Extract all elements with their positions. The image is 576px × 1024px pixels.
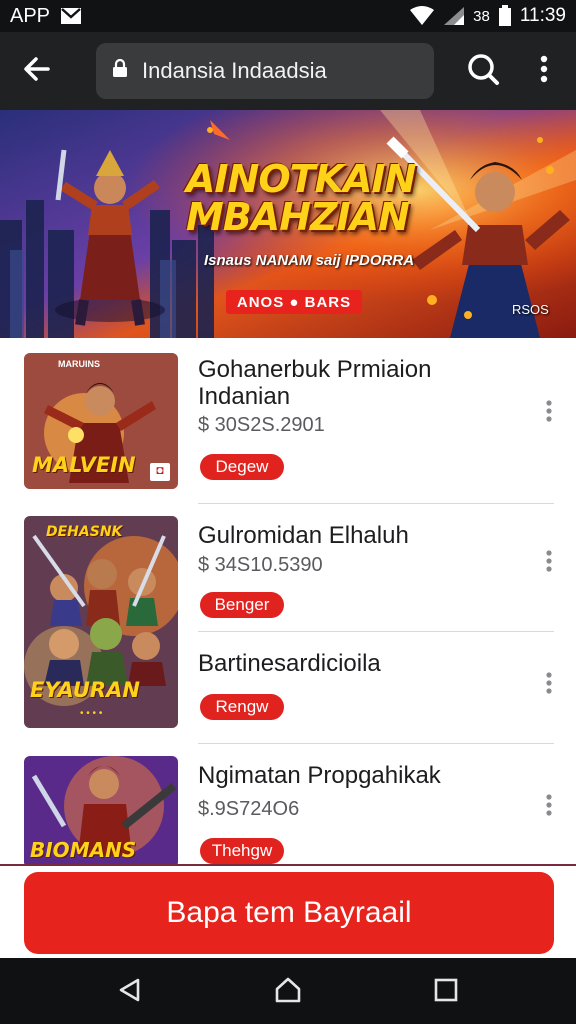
item-title[interactable]: Gulromidan Elhaluh bbox=[198, 522, 518, 549]
lock-icon bbox=[112, 58, 128, 84]
url-bar[interactable]: Indansia Indaadsia bbox=[96, 43, 434, 99]
back-button[interactable] bbox=[0, 32, 74, 110]
item-action-button[interactable]: Benger bbox=[200, 592, 284, 618]
item-price: $.9S724O6 bbox=[198, 798, 300, 820]
item-action-button[interactable]: Rengw bbox=[200, 694, 284, 720]
screen: APP 38 11:39 Indansia Indaadsia AINOTKAI… bbox=[0, 0, 576, 1024]
square-recents-icon bbox=[434, 978, 458, 1007]
more-vertical-icon bbox=[546, 793, 552, 821]
item-more-button[interactable] bbox=[538, 548, 560, 578]
banner-title-line2: MBAHZIAN bbox=[186, 195, 410, 239]
thumb-caption: MALVEIN bbox=[32, 453, 136, 477]
primary-cta-button[interactable]: Bapa tem Bayraail bbox=[24, 872, 554, 954]
banner-title: AINOTKAIN MBAHZIAN bbox=[186, 160, 426, 236]
more-vertical-icon bbox=[546, 671, 552, 699]
triangle-back-icon bbox=[117, 977, 143, 1008]
item-action-button[interactable]: Thehgw bbox=[200, 838, 284, 864]
item-price: $ 30S2S.2901 bbox=[198, 414, 325, 436]
system-nav-bar bbox=[0, 958, 576, 1024]
item-title[interactable]: Bartinesardicioila bbox=[198, 650, 518, 677]
overflow-menu-button[interactable] bbox=[524, 46, 564, 96]
list-item[interactable]: DEHASNK EYAURAN • • • • Gulromidan Elhal… bbox=[0, 504, 576, 728]
url-text: Indansia Indaadsia bbox=[142, 58, 327, 83]
item-title[interactable]: Gohanerbuk Prmiaion Indanian bbox=[198, 356, 518, 410]
nav-recents-button[interactable] bbox=[428, 974, 464, 1010]
item-thumbnail[interactable]: MARUINS MALVEIN ◘ bbox=[24, 353, 178, 489]
item-more-button[interactable] bbox=[538, 670, 560, 700]
search-icon bbox=[466, 52, 500, 91]
clock-time: 11:39 bbox=[519, 5, 566, 26]
bottom-cta-bar: Bapa tem Bayraail bbox=[0, 864, 576, 958]
banner-tag: RSOS bbox=[512, 302, 549, 317]
status-right: 38 11:39 bbox=[409, 5, 566, 27]
promo-banner[interactable]: AINOTKAIN MBAHZIAN Isnaus NANAM saij IPD… bbox=[0, 110, 576, 338]
item-price: $ 34S10.5390 bbox=[198, 554, 323, 576]
thumb-top-text: MARUINS bbox=[58, 359, 100, 369]
wifi-icon bbox=[409, 6, 435, 26]
list-item[interactable]: Bartinesardicioila Rengw bbox=[0, 632, 576, 744]
nav-home-button[interactable] bbox=[270, 974, 306, 1010]
item-title[interactable]: Ngimatan Propgahikak bbox=[198, 762, 518, 789]
list-item[interactable]: BIOMANS Ngimatan Propgahikak $.9S724O6 T… bbox=[0, 744, 576, 868]
thumb-caption: BIOMANS bbox=[30, 838, 137, 862]
browser-toolbar: Indansia Indaadsia bbox=[0, 32, 576, 110]
thumb-top-text: DEHASNK bbox=[46, 524, 123, 540]
app-label: APP bbox=[10, 4, 51, 27]
list-item[interactable]: MARUINS MALVEIN ◘ Gohanerbuk Prmiaion In… bbox=[0, 338, 576, 504]
more-vertical-icon bbox=[546, 399, 552, 427]
item-thumbnail[interactable]: BIOMANS bbox=[24, 756, 178, 868]
thumb-badge: ◘ bbox=[150, 463, 170, 481]
arrow-left-icon bbox=[22, 54, 52, 89]
more-vertical-icon bbox=[540, 55, 548, 88]
carrier-text: 38 bbox=[473, 7, 490, 25]
home-icon bbox=[274, 976, 302, 1009]
status-bar: APP 38 11:39 bbox=[0, 0, 576, 32]
banner-cta-button[interactable]: ANOS ● BARS bbox=[226, 290, 362, 314]
item-more-button[interactable] bbox=[538, 398, 560, 428]
mail-icon bbox=[60, 7, 82, 25]
nav-back-button[interactable] bbox=[112, 974, 148, 1010]
banner-subtitle: Isnaus NANAM saij IPDORRA bbox=[204, 252, 415, 269]
signal-icon bbox=[443, 6, 465, 26]
status-left: APP bbox=[10, 5, 82, 28]
search-button[interactable] bbox=[458, 46, 508, 96]
more-vertical-icon bbox=[546, 549, 552, 577]
item-more-button[interactable] bbox=[538, 792, 560, 822]
item-action-button[interactable]: Degew bbox=[200, 454, 284, 480]
battery-icon bbox=[498, 5, 512, 27]
banner-title-line1: AINOTKAIN bbox=[186, 157, 416, 201]
